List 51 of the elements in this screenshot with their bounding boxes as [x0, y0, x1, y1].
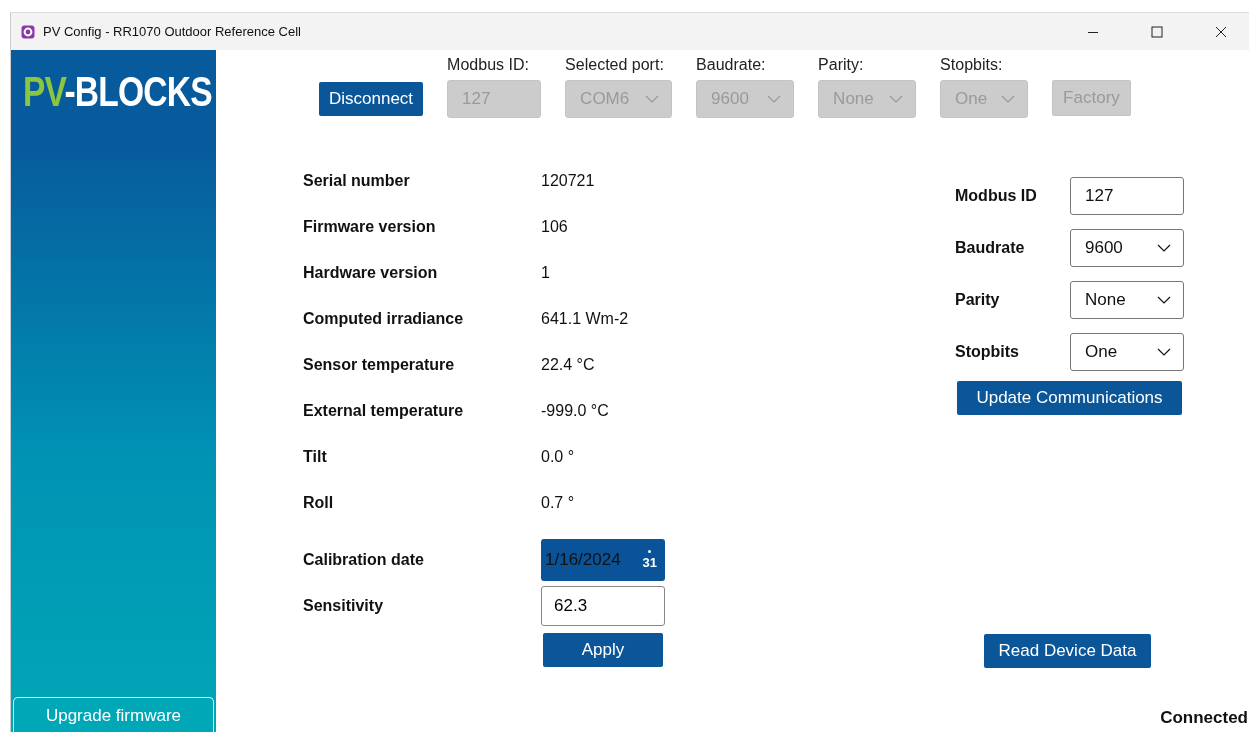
field-label: Baudrate:	[696, 56, 767, 74]
field-label: Stopbits:	[940, 56, 1004, 74]
info-value: 106	[541, 218, 569, 236]
info-value: 1	[541, 264, 551, 282]
info-label: Computed irradiance	[303, 310, 465, 328]
field-label: Modbus ID	[955, 187, 1038, 205]
info-value: 120721	[541, 172, 596, 190]
info-label: Serial number	[303, 172, 411, 190]
chevron-icon	[1157, 244, 1171, 252]
chevron-icon	[645, 95, 660, 103]
info-label: Tilt	[303, 448, 328, 466]
dropdown[interactable]: One	[1070, 333, 1184, 371]
info-value: 0.7 °	[541, 494, 576, 512]
dropdown[interactable]: None	[1070, 281, 1184, 319]
info-label: Roll	[303, 494, 335, 512]
chevron-icon	[1157, 296, 1171, 304]
field-label: Baudrate	[955, 239, 1026, 257]
field-label: Parity	[955, 291, 1001, 309]
window-title: PV Config - RR1070 Outdoor Reference Cell	[43, 24, 302, 39]
info-label: Hardware version	[303, 264, 439, 282]
info-value: 0.0 °	[541, 448, 576, 466]
maximize-icon[interactable]	[1151, 25, 1163, 38]
info-label: Sensitivity	[303, 597, 385, 615]
field-label: Modbus ID:	[447, 56, 530, 74]
info-label: Sensor temperature	[303, 356, 456, 374]
modbus-id-field[interactable]: 127	[1070, 177, 1184, 215]
info-label: External temperature	[303, 402, 465, 420]
chevron-icon	[1157, 348, 1171, 356]
calendar-button[interactable]: 31	[642, 550, 657, 570]
close-icon[interactable]	[1215, 25, 1227, 38]
chevron-icon	[889, 95, 904, 103]
field-label: Selected port:	[565, 56, 665, 74]
field-label: Stopbits	[955, 343, 1020, 361]
date-picker[interactable]: 1/16/2024 31	[541, 539, 665, 581]
info-value: 22.4 °C	[541, 356, 596, 374]
app-icon	[21, 24, 35, 39]
dropdown[interactable]: 9600	[1070, 229, 1184, 267]
chevron-icon	[767, 95, 782, 103]
disconnect-button[interactable]: Disconnect	[319, 82, 424, 116]
info-label: Calibration date	[303, 551, 425, 569]
field-label: Parity:	[818, 56, 865, 74]
connection-status: Connected	[1160, 708, 1248, 728]
apply-button[interactable]: Apply	[543, 633, 663, 667]
chevron-icon	[1001, 95, 1016, 103]
logo: PV-BLOCKS	[23, 68, 212, 116]
info-value: -999.0 °C	[541, 402, 610, 420]
update-communications-button[interactable]: Update Communications	[957, 381, 1182, 415]
info-value: 641.1 Wm-2	[541, 310, 630, 328]
sensitivity-field[interactable]: 62.3	[541, 586, 665, 626]
read-device-data-button[interactable]: Read Device Data	[984, 634, 1151, 668]
info-label: Firmware version	[303, 218, 437, 236]
